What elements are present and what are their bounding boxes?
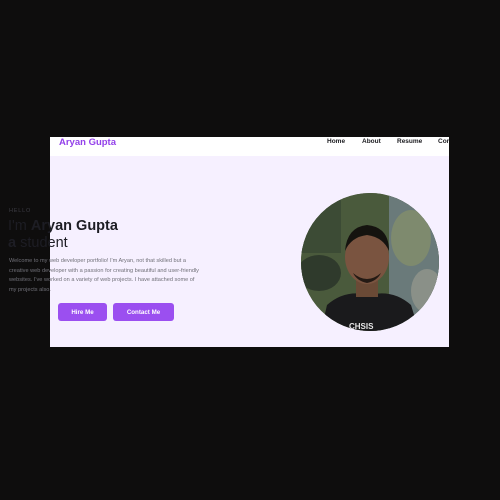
hire-me-button[interactable]: Hire Me xyxy=(58,303,107,321)
hero-title-prefix: I'm xyxy=(8,218,31,234)
profile-photo-illustration: CHSIS xyxy=(301,193,439,331)
nav-link-about[interactable]: About xyxy=(362,138,381,146)
nav-link-resume[interactable]: Resume xyxy=(397,138,422,146)
nav-link-home[interactable]: Home xyxy=(327,138,345,146)
hero-title: I'm Aryan Gupta a student xyxy=(8,218,118,252)
profile-photo: CHSIS xyxy=(301,193,439,331)
navbar: Aryan Gupta Home About Resume Cor xyxy=(50,137,449,156)
hero-description: Welcome to my web developer portfolio! I… xyxy=(9,258,199,293)
contact-me-button[interactable]: Contact Me xyxy=(113,303,174,321)
nav-link-contact[interactable]: Cor xyxy=(438,138,449,146)
hero-title-role: student xyxy=(16,235,68,251)
brand-logo-link[interactable]: Aryan Gupta xyxy=(59,137,116,148)
hero-kicker: HELLO xyxy=(9,208,32,214)
hero-title-name: Aryan Gupta xyxy=(30,218,118,234)
hero-title-article: a xyxy=(8,235,17,251)
